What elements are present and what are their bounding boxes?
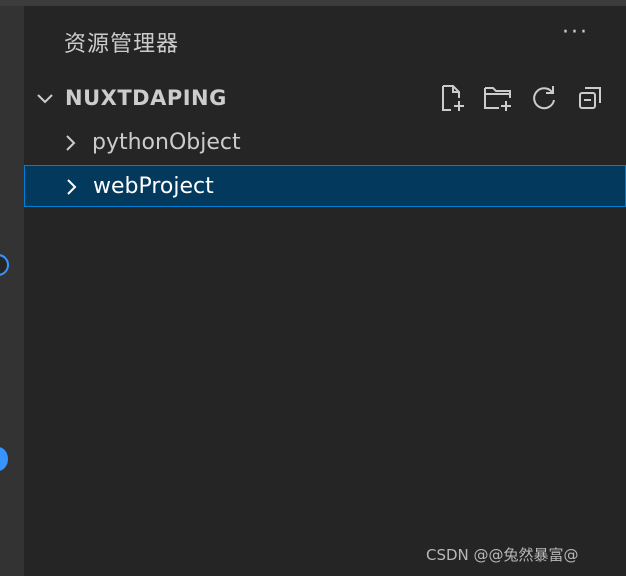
tree-item-label: webProject <box>93 174 214 199</box>
more-actions-button[interactable]: ··· <box>562 20 589 45</box>
activity-indicator-ring-icon[interactable] <box>0 254 9 276</box>
workspace-name: NUXTDAPING <box>65 86 227 110</box>
watermark-text: CSDN @@兔然暴富@ <box>426 546 579 564</box>
workspace-section-header[interactable]: NUXTDAPING <box>24 78 626 118</box>
activity-bar <box>0 6 24 576</box>
chevron-right-icon[interactable] <box>64 134 78 156</box>
new-file-icon[interactable] <box>436 82 468 114</box>
explorer-title: 资源管理器 <box>64 32 180 57</box>
chevron-right-icon[interactable] <box>65 178 79 200</box>
chevron-down-icon[interactable] <box>36 90 54 112</box>
refresh-icon[interactable] <box>528 82 560 114</box>
collapse-all-icon[interactable] <box>574 82 606 114</box>
tree-item-pythonobject[interactable]: pythonObject <box>24 122 626 164</box>
tree-item-label: pythonObject <box>92 130 241 155</box>
explorer-sidebar: 资源管理器 ··· NUXTDAPING pythonObject webPro… <box>24 6 626 576</box>
new-folder-icon[interactable] <box>482 82 514 114</box>
section-actions <box>436 82 606 114</box>
activity-badge-icon[interactable] <box>0 447 8 471</box>
tree-item-webproject[interactable]: webProject <box>24 165 626 207</box>
